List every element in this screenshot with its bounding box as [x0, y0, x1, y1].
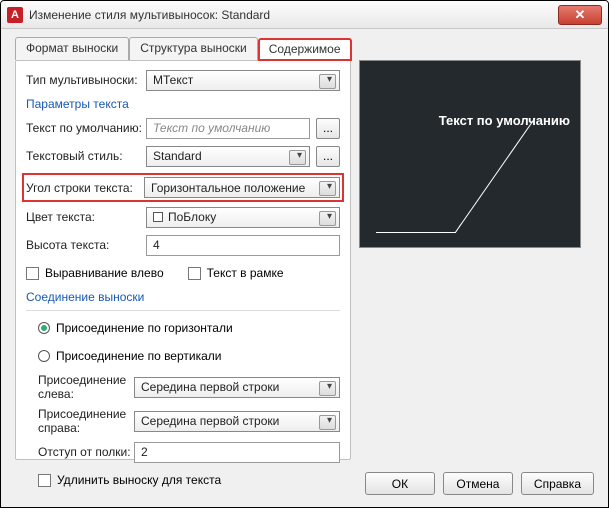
- text-style-browse-button[interactable]: ...: [316, 146, 340, 167]
- text-height-label: Высота текста:: [26, 238, 146, 252]
- group-leader-connection: Соединение выноски: [26, 290, 340, 304]
- dialog-title: Изменение стиля мультивыносок: Standard: [29, 8, 270, 22]
- attach-vertical-label: Присоединение по вертикали: [56, 349, 222, 363]
- tab-bar: Формат выноски Структура выноски Содержи…: [1, 29, 608, 60]
- default-text-browse-button[interactable]: ...: [316, 118, 340, 139]
- titlebar: A Изменение стиля мультивыносок: Standar…: [1, 1, 608, 29]
- tab-leader-format[interactable]: Формат выноски: [15, 37, 129, 60]
- attach-vertical-radio[interactable]: [38, 350, 50, 362]
- attach-left-select[interactable]: Середина первой строки: [134, 377, 340, 398]
- attach-horizontal-radio[interactable]: [38, 322, 50, 334]
- attach-right-label: Присоединение справа:: [26, 407, 134, 435]
- multileader-type-select[interactable]: МТекст: [146, 70, 340, 91]
- text-angle-label: Угол строки текста:: [26, 181, 144, 195]
- text-color-label: Цвет текста:: [26, 210, 146, 224]
- preview-panel: Текст по умолчанию: [359, 60, 581, 248]
- text-angle-select[interactable]: Горизонтальное положение: [144, 177, 340, 198]
- text-style-label: Текстовый стиль:: [26, 149, 146, 163]
- text-frame-label: Текст в рамке: [207, 266, 284, 280]
- app-icon: A: [7, 7, 23, 23]
- text-style-select[interactable]: Standard: [146, 146, 310, 167]
- ok-button[interactable]: ОК: [365, 472, 435, 495]
- align-left-label: Выравнивание влево: [45, 266, 164, 280]
- landing-gap-label: Отступ от полки:: [26, 445, 134, 459]
- group-text-params: Параметры текста: [26, 97, 340, 111]
- landing-gap-input[interactable]: 2: [134, 442, 340, 463]
- align-left-checkbox[interactable]: [26, 267, 39, 280]
- extend-leader-checkbox[interactable]: [38, 474, 51, 487]
- cancel-button[interactable]: Отмена: [443, 472, 513, 495]
- tab-content[interactable]: Содержимое: [258, 38, 352, 61]
- dialog-footer: ОК Отмена Справка: [365, 472, 594, 495]
- help-button[interactable]: Справка: [521, 472, 594, 495]
- text-color-select[interactable]: ПоБлоку: [146, 207, 340, 228]
- default-text-label: Текст по умолчанию:: [26, 121, 146, 135]
- attach-horizontal-label: Присоединение по горизонтали: [56, 321, 233, 335]
- dialog-window: A Изменение стиля мультивыносок: Standar…: [0, 0, 609, 508]
- leader-line-icon: [455, 113, 545, 233]
- default-text-input[interactable]: Текст по умолчанию: [146, 118, 310, 139]
- multileader-type-label: Тип мультивыноски:: [26, 73, 146, 87]
- attach-right-select[interactable]: Середина первой строки: [134, 411, 340, 432]
- text-height-input[interactable]: 4: [146, 235, 340, 256]
- attach-left-label: Присоединение слева:: [26, 373, 134, 401]
- tab-leader-structure[interactable]: Структура выноски: [129, 37, 258, 60]
- leader-landing-line-icon: [376, 232, 456, 233]
- close-button[interactable]: ✕: [558, 5, 602, 25]
- color-swatch-icon: [153, 212, 163, 222]
- text-frame-checkbox[interactable]: [188, 267, 201, 280]
- settings-panel: Тип мультивыноски: МТекст Параметры текс…: [15, 60, 351, 460]
- extend-leader-label: Удлинить выноску для текста: [57, 473, 221, 487]
